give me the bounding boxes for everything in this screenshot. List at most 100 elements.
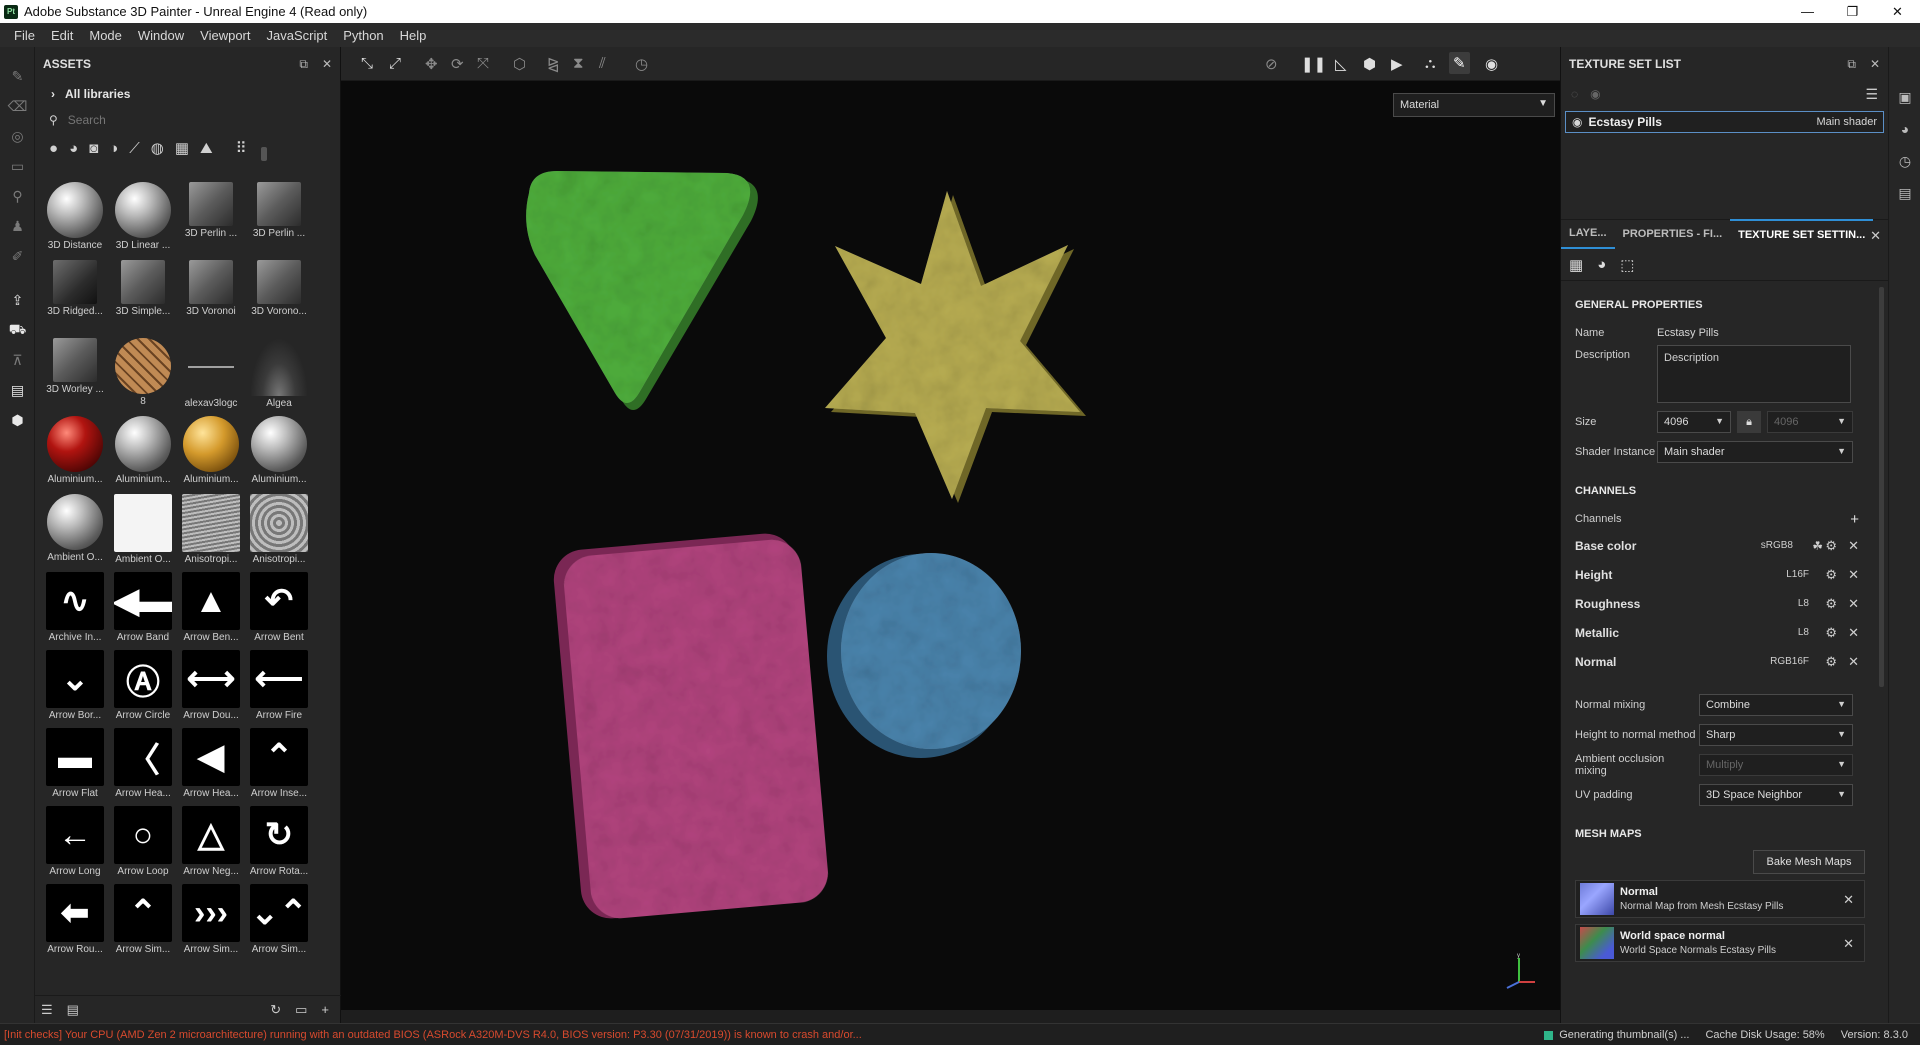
asset-tile[interactable]: ↶ Arrow Bent xyxy=(245,570,313,648)
remove-channel-icon[interactable]: ✕ xyxy=(1848,654,1859,670)
filter-brushes-icon[interactable]: ⟋ xyxy=(129,140,140,157)
menu-python[interactable]: Python xyxy=(335,28,391,43)
description-field[interactable]: Description xyxy=(1657,345,1851,403)
asset-tile[interactable]: ⌃ Arrow Inse... xyxy=(245,726,313,804)
filter-generators-icon[interactable]: ◑ xyxy=(109,140,118,157)
gear-icon[interactable]: ⚙ xyxy=(1825,654,1837,670)
mirror-x-icon[interactable]: ⧎ xyxy=(547,55,560,73)
asset-tile[interactable]: ← Arrow Long xyxy=(41,804,109,882)
asset-tile[interactable]: ▬ Arrow Flat xyxy=(41,726,109,804)
close-panel-icon[interactable]: ✕ xyxy=(322,57,332,71)
filter-environments-icon[interactable]: ⛰ xyxy=(200,140,213,157)
filter-masks-icon[interactable]: ◙ xyxy=(89,140,98,157)
asset-tile[interactable]: 〈 Arrow Hea... xyxy=(109,726,177,804)
remove-mesh-map-icon[interactable]: ✕ xyxy=(1843,936,1854,952)
asset-scrollbar[interactable] xyxy=(261,147,267,161)
asset-tile[interactable]: Ⓐ Arrow Circle xyxy=(109,648,177,726)
asset-tile[interactable]: 3D Linear ... xyxy=(109,180,177,258)
viewport-scene[interactable] xyxy=(341,81,1567,1010)
gear-icon[interactable]: ⚙ xyxy=(1825,596,1837,612)
menu-edit[interactable]: Edit xyxy=(43,28,81,43)
asset-tile[interactable]: 3D Worley ... xyxy=(41,336,109,414)
view-3d-icon[interactable]: ⬢ xyxy=(1363,55,1376,73)
asset-tile[interactable]: Algea xyxy=(245,336,313,414)
filter-textures-icon[interactable]: ▦ xyxy=(175,139,189,157)
gear-icon[interactable]: ⚙ xyxy=(1825,538,1837,554)
add-channel-icon[interactable]: + xyxy=(1850,511,1859,528)
channel-row[interactable]: Roughness L8 ⚙ ✕ xyxy=(1575,589,1865,618)
viewport-3d[interactable]: Material ▼ y xyxy=(341,81,1567,1010)
paint-mode-icon[interactable]: ✎ xyxy=(1449,52,1470,74)
asset-tile[interactable]: △ Arrow Neg... xyxy=(177,804,245,882)
screenshot-icon[interactable]: ◉ xyxy=(1485,55,1498,73)
asset-tile[interactable]: ⌃ Arrow Sim... xyxy=(109,882,177,960)
projection-icon[interactable]: ◎ xyxy=(0,121,35,151)
menu-help[interactable]: Help xyxy=(392,28,435,43)
uv-frame-icon[interactable]: ⬚ xyxy=(1620,256,1634,274)
move-icon[interactable]: ✥ xyxy=(425,55,438,73)
reset-icon[interactable]: ◷ xyxy=(635,55,648,73)
shader-icon[interactable]: ◕ xyxy=(1597,256,1606,273)
visibility-icon[interactable]: ◉ xyxy=(1590,87,1600,101)
rotate-icon[interactable]: ⟳ xyxy=(451,55,464,73)
menu-viewport[interactable]: Viewport xyxy=(192,28,258,43)
asset-tile[interactable]: Aluminium... xyxy=(109,414,177,492)
remove-channel-icon[interactable]: ✕ xyxy=(1848,625,1859,641)
asset-tile[interactable]: ○ Arrow Loop xyxy=(109,804,177,882)
menu-javascript[interactable]: JavaScript xyxy=(258,28,335,43)
gear-icon[interactable]: ⚙ xyxy=(1825,625,1837,641)
mesh-map-normal[interactable]: Normal Normal Map from Mesh Ecstasy Pill… xyxy=(1575,880,1865,918)
asset-tile[interactable]: ⟵ Arrow Fire xyxy=(245,648,313,726)
mirror-y-icon[interactable]: ⧗ xyxy=(573,55,584,72)
menu-mode[interactable]: Mode xyxy=(81,28,130,43)
size-select[interactable]: 4096 ▼ xyxy=(1657,411,1731,433)
search-input[interactable] xyxy=(67,113,268,127)
bake-tool-icon[interactable]: ⛬ xyxy=(1425,55,1436,72)
shelf-icon[interactable]: ⛟ xyxy=(0,315,35,345)
hide-icon[interactable]: ⊘ xyxy=(1265,55,1278,73)
tab-properties[interactable]: PROPERTIES - FI... xyxy=(1615,219,1731,249)
color-profile-icon[interactable]: ☘ xyxy=(1812,539,1823,553)
export-icon[interactable]: ⇪ xyxy=(0,285,35,315)
eye-icon[interactable]: ◉ xyxy=(1572,115,1582,129)
asset-tile[interactable]: 3D Simple... xyxy=(109,258,177,336)
channel-row[interactable]: Metallic L8 ⚙ ✕ xyxy=(1575,618,1865,647)
asset-tile[interactable]: ∿ Archive In... xyxy=(41,570,109,648)
asset-tile[interactable]: 3D Voronoi xyxy=(177,258,245,336)
mesh-icon[interactable]: ⬢ xyxy=(0,405,35,435)
name-value[interactable]: Ecstasy Pills xyxy=(1657,327,1719,339)
asset-tile[interactable]: ⟷ Arrow Dou... xyxy=(177,648,245,726)
lock-icon[interactable]: 🔒︎ xyxy=(1737,411,1761,433)
blue-round-pill[interactable] xyxy=(827,553,1021,758)
refresh-icon[interactable]: ↻ xyxy=(270,1002,281,1018)
asset-tile[interactable]: ▲ Arrow Ben... xyxy=(177,570,245,648)
asset-search[interactable]: ⚲ xyxy=(35,107,340,133)
filter-materials-icon[interactable]: ● xyxy=(49,140,58,157)
transform-icon[interactable]: ⤡ xyxy=(361,55,373,72)
asset-tile[interactable]: Ambient O... xyxy=(41,492,109,570)
color-picker-icon[interactable]: ✐ xyxy=(0,241,35,271)
settings-scrollbar[interactable] xyxy=(1879,287,1884,687)
asset-tile[interactable]: alexav3logc xyxy=(177,336,245,414)
asset-tile[interactable]: 8 xyxy=(109,336,177,414)
transform-options-icon[interactable]: ⤢ xyxy=(389,55,401,72)
menu-window[interactable]: Window xyxy=(130,28,192,43)
channel-row[interactable]: Height L16F ⚙ ✕ xyxy=(1575,560,1865,589)
close-tab-icon[interactable]: ✕ xyxy=(1870,228,1881,244)
tab-layers[interactable]: LAYE... xyxy=(1561,219,1615,249)
eraser-icon[interactable]: ⌫ xyxy=(0,91,35,121)
geometry-mask-icon[interactable]: ▭ xyxy=(0,151,35,181)
bake-icon[interactable]: ⊼ xyxy=(0,345,35,375)
channel-format[interactable]: sRGB8 xyxy=(1761,540,1793,551)
clone-stamp-icon[interactable]: ⚲ xyxy=(0,181,35,211)
undock-icon[interactable]: ⧉ xyxy=(1847,57,1856,72)
texture-set-row[interactable]: ◉ Ecstasy Pills Main shader xyxy=(1565,111,1884,133)
visibility-off-icon[interactable]: ◌ xyxy=(1571,87,1578,101)
asset-tile[interactable]: Aluminium... xyxy=(177,414,245,492)
asset-tile[interactable]: ⬅ Arrow Rou... xyxy=(41,882,109,960)
details-view-icon[interactable]: ▤ xyxy=(67,1002,79,1018)
asset-tile[interactable]: 3D Perlin ... xyxy=(177,180,245,258)
channel-format[interactable]: L16F xyxy=(1786,569,1809,580)
height-method-select[interactable]: Sharp ▼ xyxy=(1699,724,1853,746)
scale-icon[interactable]: ⤧ xyxy=(477,55,489,72)
